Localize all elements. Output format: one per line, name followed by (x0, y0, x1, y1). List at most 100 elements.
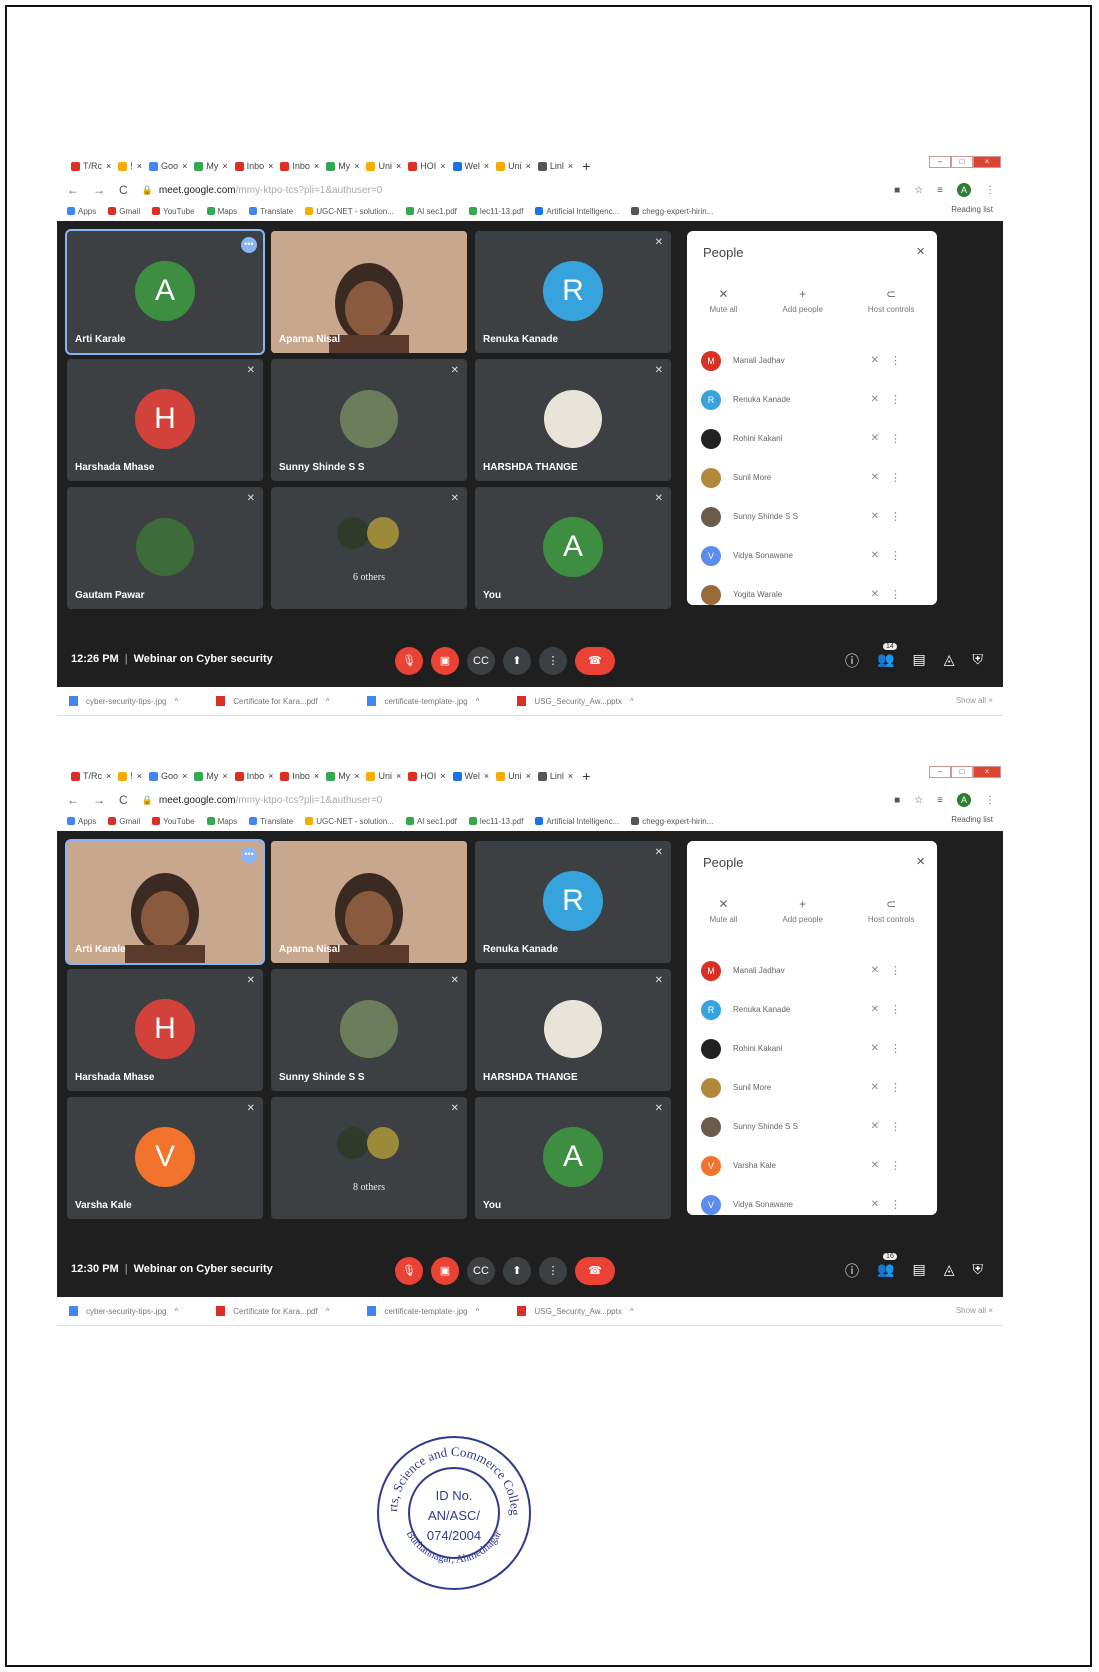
download-chevron-icon[interactable]: ^ (174, 1307, 178, 1316)
browser-tab[interactable]: T/Rc × (71, 161, 111, 171)
window-close-icon[interactable]: × (973, 156, 1001, 168)
browser-tab[interactable]: Inbo × (234, 161, 273, 171)
download-chevron-icon[interactable]: ^ (630, 697, 634, 706)
meeting-details-icon[interactable]: ⓘ (845, 651, 859, 671)
mic-off-icon[interactable]: ✕ (871, 1082, 879, 1093)
bookmark-item[interactable]: chegg-expert-hirin... (631, 207, 713, 216)
bookmark-item[interactable]: lec11-13.pdf (468, 207, 523, 216)
browser-tab[interactable]: Uni × (496, 161, 531, 171)
tile-options-icon[interactable]: ••• (241, 847, 257, 863)
browser-tab[interactable]: My × (326, 771, 359, 781)
bookmark-item[interactable]: Artificial Intelligenc... (535, 817, 619, 826)
people-list-item[interactable]: V Vidya Sonawane ✕ ⋮ (701, 1185, 927, 1224)
meeting-details-icon[interactable]: ⓘ (845, 1261, 859, 1281)
browser-tab[interactable]: Inbo × (234, 771, 273, 781)
participant-tile[interactable]: Arti Karale ••• (65, 839, 265, 965)
people-list-item[interactable]: Rohini Kakani ✕ ⋮ (701, 1029, 927, 1068)
mute-all-button[interactable]: ✕ Mute all (709, 287, 737, 314)
mic-off-icon[interactable]: ✕ (871, 1004, 879, 1015)
close-tab-icon[interactable]: × (106, 771, 111, 781)
reload-icon[interactable]: C (119, 183, 128, 197)
microphone-toggle-button[interactable]: 🎙 (395, 647, 423, 675)
mic-off-icon[interactable]: ✕ (871, 394, 879, 405)
close-tab-icon[interactable]: × (354, 771, 359, 781)
bookmark-item[interactable]: Gmail (108, 207, 140, 216)
maximize-icon[interactable]: □ (951, 156, 973, 168)
participant-tile[interactable]: Sunny Shinde S S ✕ (271, 359, 467, 481)
chat-icon[interactable]: ▤ (912, 1261, 925, 1281)
close-downloads-icon[interactable]: × (986, 1306, 993, 1315)
more-options-icon[interactable]: ⋮ (890, 964, 901, 977)
browser-menu-icon[interactable]: ⋮ (985, 795, 995, 806)
more-options-icon[interactable]: ⋮ (890, 1003, 901, 1016)
close-tab-icon[interactable]: × (106, 161, 111, 171)
people-list-item[interactable]: M Manali Jadhav ✕ ⋮ (701, 341, 927, 380)
browser-tab[interactable]: Inbo × (280, 771, 319, 781)
close-icon[interactable]: × (916, 853, 925, 870)
mic-off-icon[interactable]: ✕ (871, 472, 879, 483)
more-options-icon[interactable]: ⋮ (890, 1159, 901, 1172)
close-tab-icon[interactable]: × (396, 771, 401, 781)
more-options-icon[interactable]: ⋮ (890, 588, 901, 601)
participant-tile[interactable]: R Renuka Kanade ✕ (475, 231, 671, 353)
present-screen-button[interactable]: ⬆ (503, 1257, 531, 1285)
close-tab-icon[interactable]: × (222, 161, 227, 171)
close-tab-icon[interactable]: × (137, 161, 142, 171)
close-tab-icon[interactable]: × (568, 771, 573, 781)
profile-avatar[interactable]: A (957, 183, 971, 197)
download-item[interactable]: USG_Security_Aw...pptx ^ (517, 1306, 634, 1316)
more-options-button[interactable]: ⋮ (539, 647, 567, 675)
participant-tile[interactable]: 8 others ✕ (271, 1097, 467, 1219)
close-tab-icon[interactable]: × (182, 771, 187, 781)
more-options-icon[interactable]: ⋮ (890, 1081, 901, 1094)
browser-tab[interactable]: T/Rc × (71, 771, 111, 781)
download-chevron-icon[interactable]: ^ (326, 697, 330, 706)
close-tab-icon[interactable]: × (440, 161, 445, 171)
url-path[interactable]: /mmy-ktpo-tcs?pli=1&authuser=0 (236, 795, 383, 806)
url-host[interactable]: meet.google.com (159, 185, 236, 196)
add-people-button[interactable]: + Add people (782, 287, 822, 314)
more-options-icon[interactable]: ⋮ (890, 471, 901, 484)
participant-tile[interactable]: A Arti Karale ••• (65, 229, 265, 355)
bookmark-item[interactable]: Maps (206, 207, 237, 216)
browser-tab[interactable]: HOI × (408, 771, 446, 781)
close-downloads-icon[interactable]: × (986, 696, 993, 705)
participant-tile[interactable]: A You ✕ (475, 1097, 671, 1219)
close-tab-icon[interactable]: × (396, 161, 401, 171)
close-tab-icon[interactable]: × (526, 771, 531, 781)
bookmark-star-icon[interactable]: ☆ (914, 185, 923, 196)
show-all-downloads-link[interactable]: Show all × (956, 1306, 993, 1315)
bookmark-item[interactable]: chegg-expert-hirin... (631, 817, 713, 826)
mic-off-icon[interactable]: ✕ (871, 1043, 879, 1054)
bookmark-item[interactable]: AI sec1.pdf (405, 817, 457, 826)
more-options-button[interactable]: ⋮ (539, 1257, 567, 1285)
bookmark-item[interactable]: lec11-13.pdf (468, 817, 523, 826)
browser-menu-icon[interactable]: ⋮ (985, 185, 995, 196)
show-all-downloads-link[interactable]: Show all × (956, 696, 993, 705)
more-options-icon[interactable]: ⋮ (890, 354, 901, 367)
url-path[interactable]: /mmy-ktpo-tcs?pli=1&authuser=0 (236, 185, 383, 196)
browser-tab[interactable]: Uni × (496, 771, 531, 781)
download-chevron-icon[interactable]: ^ (630, 1307, 634, 1316)
mic-off-icon[interactable]: ✕ (871, 511, 879, 522)
url-host[interactable]: meet.google.com (159, 795, 236, 806)
close-icon[interactable]: × (916, 243, 925, 260)
participant-tile[interactable]: H Harshada Mhase ✕ (67, 969, 263, 1091)
camera-toggle-button[interactable]: ▣ (431, 647, 459, 675)
participant-tile[interactable]: 6 others ✕ (271, 487, 467, 609)
forward-arrow-icon[interactable]: → (93, 183, 105, 197)
people-icon[interactable]: 👥 16 (877, 1253, 897, 1281)
browser-tab[interactable]: Goo × (149, 771, 187, 781)
people-list-item[interactable]: Rohini Kakani ✕ ⋮ (701, 419, 927, 458)
close-tab-icon[interactable]: × (182, 161, 187, 171)
reading-list-toggle-icon[interactable]: ≡ (937, 185, 943, 196)
end-call-button[interactable]: ☎ (575, 1257, 615, 1285)
bookmark-item[interactable]: AI sec1.pdf (405, 207, 457, 216)
camera-indicator-icon[interactable]: ■ (894, 185, 900, 196)
browser-tab[interactable]: Uni × (366, 161, 401, 171)
participant-tile[interactable]: HARSHDA THANGE ✕ (475, 969, 671, 1091)
download-item[interactable]: Certificate for Kara...pdf ^ (216, 696, 329, 706)
more-options-icon[interactable]: ⋮ (890, 1120, 901, 1133)
participant-tile[interactable]: Sunny Shinde S S ✕ (271, 969, 467, 1091)
browser-tab[interactable]: My × (194, 161, 228, 171)
